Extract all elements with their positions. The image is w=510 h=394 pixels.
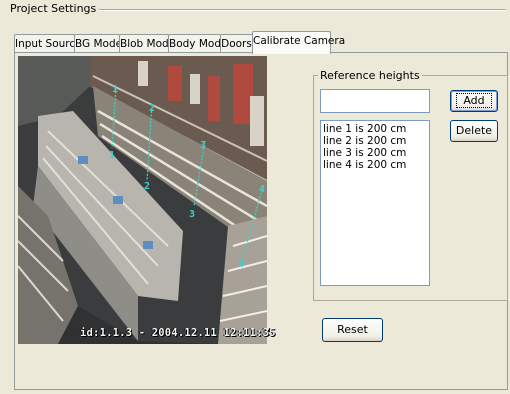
list-item[interactable]: line 3 is 200 cm [323, 147, 427, 159]
marker-4-bottom: 4 [238, 259, 244, 270]
tab-bg-model[interactable]: BG Model [74, 34, 125, 53]
reference-heights-title: Reference heights [318, 69, 422, 82]
reset-button[interactable]: Reset [322, 318, 383, 342]
camera-view[interactable]: 1 1 2 2 3 3 4 4 [18, 56, 267, 344]
list-item[interactable]: line 2 is 200 cm [323, 135, 427, 147]
marker-3-bottom: 3 [189, 209, 195, 220]
marker-1-bottom: 1 [109, 150, 115, 161]
tab-doors[interactable]: Doors [220, 34, 253, 53]
list-item[interactable]: line 1 is 200 cm [323, 123, 427, 135]
reference-heights-list[interactable]: line 1 is 200 cm line 2 is 200 cm line 3… [320, 120, 430, 286]
add-button-label: Add [456, 93, 492, 108]
tab-blob-model[interactable]: Blob Model [119, 34, 178, 53]
marker-1-top: 1 [112, 84, 118, 95]
marker-2-bottom: 2 [144, 181, 150, 192]
delete-button[interactable]: Delete [450, 120, 498, 142]
reference-height-input[interactable] [320, 89, 430, 113]
tab-input-source[interactable]: Input Source [14, 34, 82, 53]
tab-calibrate-camera[interactable]: Calibrate Camera [252, 31, 345, 54]
marker-3-top: 3 [200, 140, 206, 151]
camera-image: 1 1 2 2 3 3 4 4 [18, 56, 267, 344]
group-border [68, 9, 506, 11]
group-title: Project Settings [10, 2, 100, 15]
tab-body-model[interactable]: Body Model [168, 34, 230, 53]
marker-2-top: 2 [149, 103, 155, 114]
add-button[interactable]: Add [450, 90, 498, 112]
video-timestamp: id:1.1.3 - 2004.12.11 12:11:35 [80, 327, 276, 339]
list-item[interactable]: line 4 is 200 cm [323, 159, 427, 171]
marker-4-top: 4 [259, 184, 265, 195]
